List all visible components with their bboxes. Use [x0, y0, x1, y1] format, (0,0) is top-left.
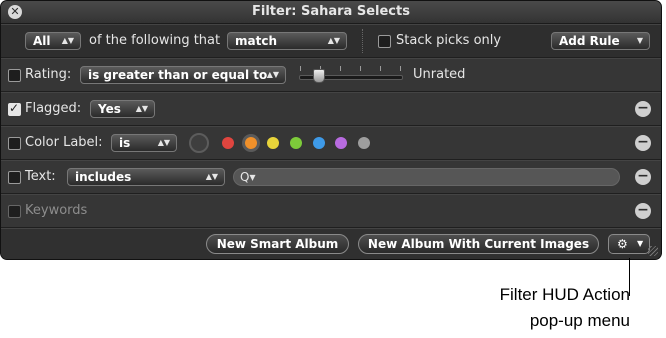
flagged-value-popup[interactable]: Yes ▲▼ — [90, 100, 155, 118]
callout-line-2: pop-up menu — [529, 311, 630, 330]
up-down-arrows-icon: ▲▼ — [135, 104, 148, 113]
match-mode-popup[interactable]: match ▲▼ — [227, 32, 347, 50]
remove-rule-icon[interactable]: − — [635, 169, 651, 185]
color-operator-value: is — [119, 136, 131, 150]
search-icon[interactable]: Q▾ — [240, 169, 255, 185]
gear-icon: ⚙ — [617, 237, 628, 251]
up-down-arrows-icon: ▲▼ — [327, 36, 340, 45]
filter-hud: ✕ Filter: Sahara Selects All ▲▼ of the f… — [1, 1, 661, 259]
chevron-down-icon: ▼ — [636, 36, 643, 45]
flagged-label: Flagged: — [25, 101, 82, 116]
window-title: Filter: Sahara Selects — [252, 4, 410, 19]
swatch-purple[interactable] — [335, 137, 347, 149]
rule-keywords: Keywords − — [1, 194, 661, 228]
no-color-swatch[interactable] — [189, 133, 209, 153]
slider-tick — [340, 66, 341, 71]
rating-checkbox[interactable] — [8, 69, 21, 82]
up-down-arrows-icon: ▲▼ — [266, 70, 279, 79]
swatch-red[interactable] — [222, 137, 234, 149]
color-label-label: Color Label: — [25, 135, 103, 150]
flagged-value: Yes — [98, 102, 121, 116]
rule-rating: Rating: is greater than or equal to ▲▼ U… — [1, 58, 661, 92]
callout-text: Filter HUD Action pop-up menu — [500, 282, 630, 334]
hud-footer: New Smart Album New Album With Current I… — [1, 228, 661, 259]
rule-flagged: Flagged: Yes ▲▼ − — [1, 92, 661, 126]
new-album-current-images-button[interactable]: New Album With Current Images — [358, 234, 599, 254]
slider-thumb[interactable] — [313, 69, 325, 83]
swatch-blue[interactable] — [313, 137, 325, 149]
slider-tick — [360, 66, 361, 71]
rating-operator-value: is greater than or equal to — [88, 68, 268, 82]
text-search-field[interactable]: Q▾ — [233, 168, 620, 186]
remove-rule-icon[interactable]: − — [635, 203, 651, 219]
callout-line-1: Filter HUD Action — [499, 285, 630, 304]
add-rule-label: Add Rule — [559, 34, 620, 48]
rule-text: Text: includes ▲▼ Q▾ − — [1, 160, 661, 194]
flagged-checkbox[interactable] — [8, 101, 21, 116]
up-down-arrows-icon: ▲▼ — [205, 172, 218, 181]
new-smart-album-button[interactable]: New Smart Album — [206, 234, 349, 254]
swatch-green[interactable] — [290, 137, 302, 149]
keywords-checkbox[interactable] — [8, 205, 21, 218]
add-rule-popup[interactable]: Add Rule ▼ — [551, 32, 650, 50]
text-checkbox[interactable] — [8, 171, 21, 184]
swatch-gray[interactable] — [358, 137, 370, 149]
remove-rule-icon[interactable]: − — [635, 135, 651, 151]
slider-tick — [400, 66, 401, 71]
slider-tick — [300, 66, 301, 71]
match-mode-value: match — [235, 34, 277, 48]
up-down-arrows-icon: ▲▼ — [157, 138, 170, 147]
rating-slider[interactable] — [299, 66, 403, 86]
rule-color-label: Color Label: is ▲▼ − — [1, 126, 661, 160]
resize-grip[interactable] — [648, 246, 658, 256]
match-scope-popup[interactable]: All ▲▼ — [25, 32, 81, 50]
keywords-label: Keywords — [25, 203, 88, 218]
stack-picks-checkbox[interactable] — [378, 35, 391, 48]
color-label-checkbox[interactable] — [8, 137, 21, 150]
stack-picks-label: Stack picks only — [396, 33, 502, 48]
remove-rule-icon[interactable]: − — [635, 101, 651, 117]
rating-label: Rating: — [25, 67, 72, 82]
title-bar[interactable]: ✕ Filter: Sahara Selects — [1, 1, 661, 24]
swatch-yellow[interactable] — [267, 137, 279, 149]
of-following-label: of the following that — [89, 33, 221, 48]
text-label: Text: — [25, 169, 56, 184]
rating-operator-popup[interactable]: is greater than or equal to ▲▼ — [80, 66, 286, 84]
color-operator-popup[interactable]: is ▲▼ — [111, 134, 177, 152]
match-row: All ▲▼ of the following that match ▲▼ St… — [1, 24, 661, 58]
match-scope-value: All — [33, 34, 51, 48]
swatch-orange[interactable] — [245, 137, 257, 149]
action-popup-button[interactable]: ⚙ ▼ — [608, 234, 650, 254]
text-operator-value: includes — [75, 170, 132, 184]
rating-value-label: Unrated — [413, 67, 466, 82]
divider — [362, 29, 364, 53]
up-down-arrows-icon: ▲▼ — [61, 36, 74, 45]
slider-tick — [380, 66, 381, 71]
text-operator-popup[interactable]: includes ▲▼ — [67, 168, 225, 186]
chevron-down-icon: ▼ — [637, 239, 644, 248]
